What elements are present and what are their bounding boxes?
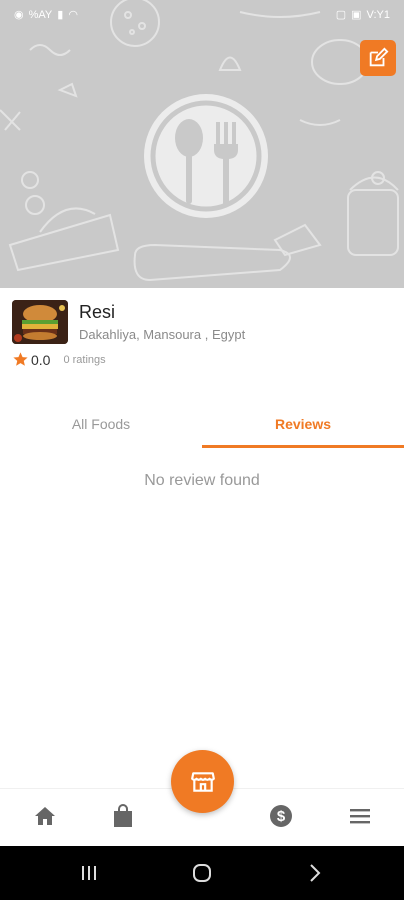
shopping-bag-icon: [114, 804, 132, 827]
recent-apps-icon: [82, 866, 96, 880]
nav-earnings[interactable]: $: [261, 801, 301, 831]
status-bar: ◉ %AY ▮ ◠ ▢ ▣ V:Y1: [0, 0, 404, 30]
menu-icon: [350, 809, 370, 824]
edit-button[interactable]: [360, 40, 396, 76]
tab-reviews[interactable]: Reviews: [202, 400, 404, 448]
store-icon: [190, 771, 215, 792]
home-system-button[interactable]: [187, 860, 217, 886]
nav-menu[interactable]: [340, 801, 380, 831]
restaurant-info: Resi Dakahliya, Mansoura , Egypt 0.0 0 r…: [12, 299, 392, 379]
svg-text:$: $: [277, 808, 286, 825]
restaurant-address: Dakahliya, Mansoura , Egypt: [79, 327, 246, 342]
cover-image: [0, 0, 404, 288]
rating-row: 0.0 0 ratings: [12, 351, 106, 368]
nav-orders[interactable]: [103, 801, 143, 831]
alarm-icon: ◉: [14, 8, 24, 21]
wifi-icon: ◠: [68, 8, 78, 21]
signal-icon: ▮: [57, 8, 64, 21]
burger-image: [12, 300, 68, 344]
restaurant-name: Resi: [79, 302, 116, 322]
restaurant-thumbnail[interactable]: [12, 300, 68, 344]
home-circle-icon: [193, 864, 211, 882]
no-reviews-message: No review found: [144, 472, 260, 489]
lock-icon: ▢: [335, 8, 347, 21]
battery-percent: %AY: [28, 9, 53, 21]
chevron-right-icon: [310, 864, 321, 882]
rating-value: 0.0: [31, 351, 51, 368]
ratings-count: 0 ratings: [63, 353, 106, 366]
home-icon: [35, 807, 55, 825]
star-icon: [13, 352, 28, 366]
tab-all-foods[interactable]: All Foods: [0, 400, 202, 448]
status-time: V:Y1: [366, 9, 390, 21]
image-icon: ▣: [351, 8, 362, 21]
recent-apps-button[interactable]: [74, 860, 104, 886]
restaurant-logo-placeholder-icon: [144, 94, 268, 218]
nav-home[interactable]: [25, 801, 65, 831]
tab-bar: All Foods Reviews: [0, 400, 404, 448]
restaurant-home-button[interactable]: [171, 750, 234, 813]
back-button[interactable]: [300, 860, 330, 886]
system-navigation-bar: [0, 846, 404, 900]
dollar-icon: $: [270, 805, 292, 827]
edit-icon: [369, 47, 389, 67]
